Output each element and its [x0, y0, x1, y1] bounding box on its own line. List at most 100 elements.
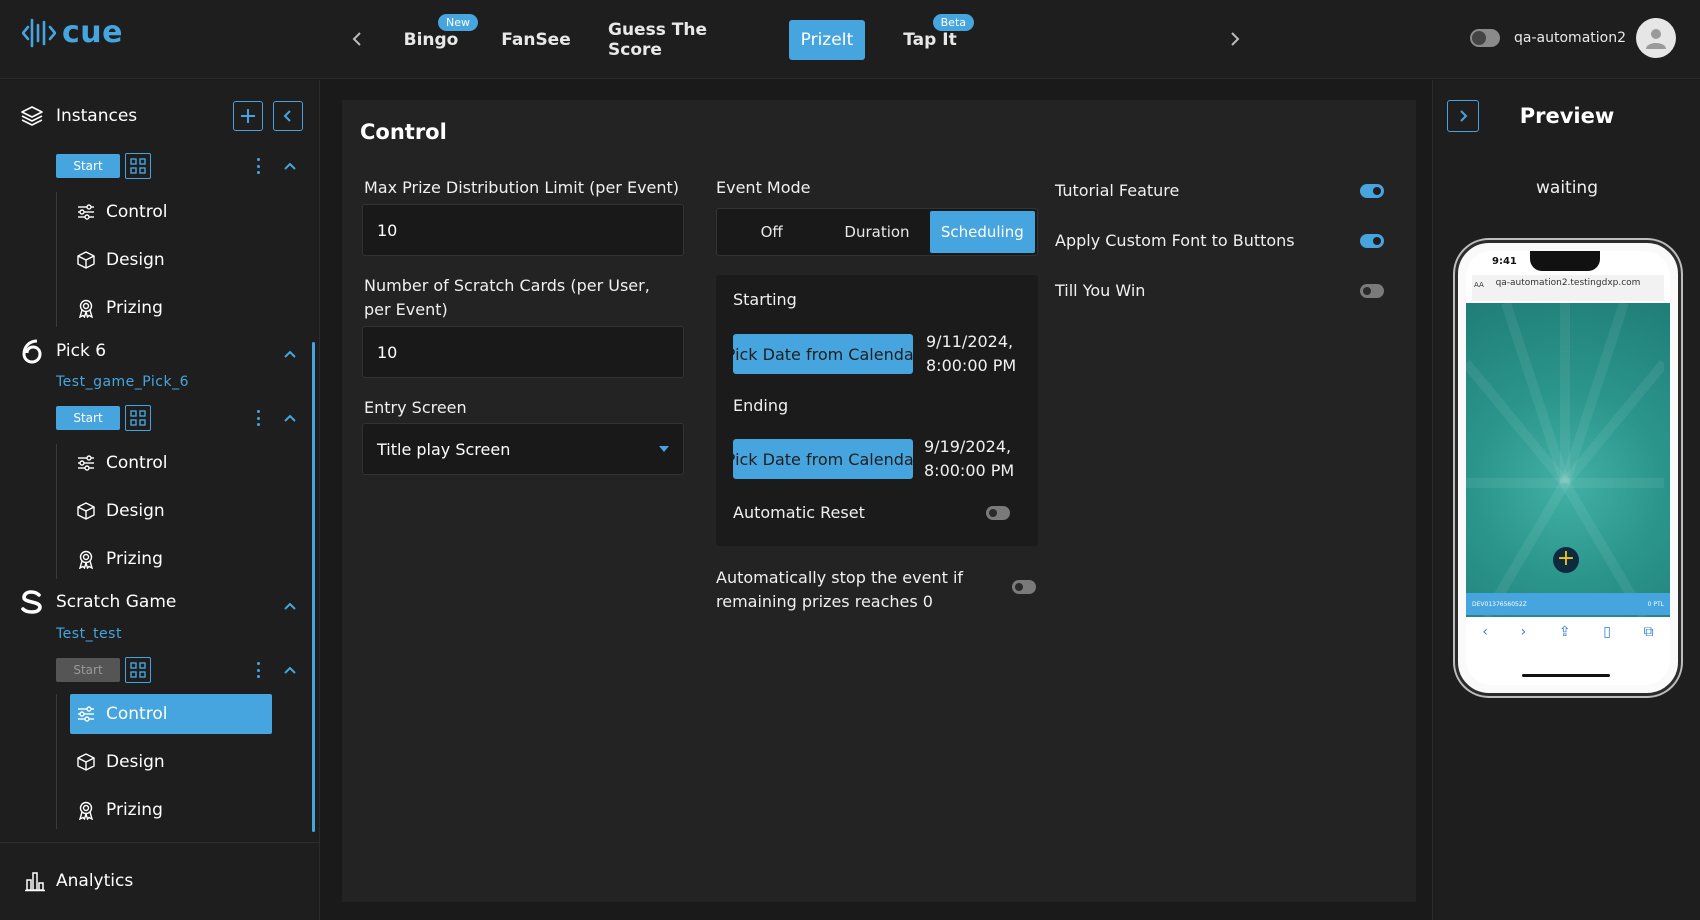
phone-bar-left: DEV0137656052Z [1472, 600, 1527, 608]
collapse-group-chevron[interactable] [280, 344, 300, 364]
auto-reset-toggle[interactable] [986, 506, 1010, 520]
phone-url: qa-automation2.testingdxp.com [1495, 278, 1641, 288]
sidebar-item-design[interactable]: Design [70, 240, 272, 280]
starting-date-picker-button[interactable]: Pick Date from Calendar [733, 334, 913, 374]
event-mode-duration[interactable]: Duration [824, 211, 929, 253]
custom-font-toggle[interactable] [1360, 234, 1384, 248]
cue-logo[interactable]: cue [22, 18, 123, 48]
sidebar-item-analytics[interactable]: Analytics [24, 870, 133, 892]
group-title: Scratch Game [56, 592, 177, 612]
more-menu-icon[interactable] [252, 660, 264, 680]
sidebar: Instances Start Control Design Prizing P… [0, 80, 320, 920]
ending-date-picker-button[interactable]: Pick Date from Calendar [733, 439, 913, 479]
home-indicator [1522, 674, 1610, 677]
chevron-up-icon [284, 414, 296, 422]
tab-tap-it[interactable]: Tap It Beta [894, 14, 974, 60]
chevron-up-icon [284, 666, 296, 674]
qr-code-button[interactable] [125, 657, 151, 683]
cube-icon [77, 502, 95, 520]
bookmarks-icon: ▯ [1603, 624, 1611, 640]
chevron-right-icon [1231, 32, 1240, 46]
sliders-icon [78, 204, 94, 220]
collapse-group-chevron[interactable] [280, 660, 300, 680]
auto-stop-toggle[interactable] [1012, 580, 1036, 594]
nav-prev-arrow[interactable] [347, 28, 367, 50]
pick6-header[interactable]: Pick 6 [20, 338, 106, 364]
tutorial-feature-toggle[interactable] [1360, 184, 1384, 198]
tab-fansee[interactable]: FanSee [496, 20, 576, 60]
browser-forward-icon: › [1520, 624, 1527, 640]
entry-screen-label: Entry Screen [364, 398, 467, 417]
start-button[interactable]: Start [56, 658, 120, 682]
sidebar-item-label: Design [106, 250, 165, 270]
qr-code-icon [130, 662, 146, 678]
nav-next-arrow[interactable] [1225, 28, 1245, 50]
scratch-game-header[interactable]: Scratch Game [20, 590, 176, 614]
tab-guess-the-score[interactable]: Guess The Score [608, 20, 758, 60]
max-prize-input[interactable]: 10 [362, 204, 684, 256]
avatar[interactable] [1636, 18, 1676, 58]
sidebar-item-control[interactable]: Control [70, 694, 272, 734]
event-mode-off[interactable]: Off [719, 211, 824, 253]
event-mode-scheduling[interactable]: Scheduling [929, 211, 1035, 253]
cube-icon [77, 251, 95, 269]
scratch-icon [21, 590, 42, 614]
scheduling-panel: Starting Pick Date from Calendar 9/11/20… [716, 275, 1038, 546]
more-menu-icon[interactable] [252, 408, 264, 428]
divider [0, 842, 320, 843]
cube-icon [77, 753, 95, 771]
browser-back-icon: ‹ [1482, 624, 1488, 640]
qr-code-icon [130, 410, 146, 426]
sidebar-item-control[interactable]: Control [70, 192, 272, 232]
page-title: Control [360, 120, 447, 144]
qr-code-button[interactable] [125, 153, 151, 179]
sidebar-item-prizing[interactable]: Prizing [70, 790, 272, 830]
collapse-group-chevron[interactable] [280, 156, 300, 176]
pick-date-label: Pick Date from Calendar [733, 344, 913, 364]
start-button[interactable]: Start [56, 154, 120, 178]
sliders-icon [78, 706, 94, 722]
sidebar-item-label: Prizing [106, 800, 163, 820]
tab-label: PrizeIt [800, 30, 854, 50]
more-menu-icon[interactable] [252, 156, 264, 176]
qr-code-icon [130, 158, 146, 174]
qr-code-button[interactable] [125, 405, 151, 431]
game-instance-name[interactable]: Test_test [56, 626, 122, 642]
theme-toggle[interactable] [1470, 29, 1501, 47]
chevron-up-icon [284, 162, 296, 170]
sidebar-item-design[interactable]: Design [70, 491, 272, 531]
start-button[interactable]: Start [56, 406, 120, 430]
tab-label: Tap It [903, 30, 957, 50]
top-bar: cue Bingo New FanSee Guess The Score Pri… [0, 0, 1700, 79]
chevron-up-icon [284, 350, 296, 358]
sidebar-item-design[interactable]: Design [70, 742, 272, 782]
collapse-group-chevron[interactable] [280, 596, 300, 616]
sidebar-item-label: Design [106, 752, 165, 772]
entry-screen-select[interactable]: Title play Screen [362, 423, 684, 475]
bar-chart-icon [25, 872, 45, 892]
tab-bingo[interactable]: Bingo New [392, 14, 478, 60]
collapse-sidebar-button[interactable] [273, 101, 303, 131]
phone-aa: AA [1474, 281, 1484, 289]
chevron-up-icon [284, 602, 296, 610]
till-you-win-label: Till You Win [1055, 281, 1146, 300]
sidebar-item-prizing[interactable]: Prizing [70, 288, 272, 328]
sidebar-scrollbar[interactable] [312, 342, 315, 832]
scratch-cards-input[interactable]: 10 [362, 326, 684, 378]
phone-mockup: 9:41 qa-automation2.testingdxp.com AA + … [1455, 240, 1681, 696]
add-instance-button[interactable] [233, 101, 263, 131]
sidebar-item-control[interactable]: Control [70, 443, 272, 483]
collapse-group-chevron[interactable] [280, 408, 300, 428]
event-mode-selector: Off Duration Scheduling [716, 208, 1038, 256]
tab-prizeit[interactable]: PrizeIt [789, 20, 865, 60]
game-instance-name[interactable]: Test_game_Pick_6 [56, 374, 189, 390]
preview-title: Preview [1519, 104, 1615, 128]
sidebar-item-prizing[interactable]: Prizing [70, 539, 272, 579]
till-you-win-toggle[interactable] [1360, 284, 1384, 298]
sidebar-item-label: Control [106, 704, 168, 724]
sidebar-item-label: Control [106, 202, 168, 222]
add-icon[interactable]: + [1553, 547, 1579, 573]
group-title: Pick 6 [56, 341, 107, 361]
phone-notch [1530, 251, 1600, 271]
share-icon: ⇪ [1558, 624, 1571, 640]
